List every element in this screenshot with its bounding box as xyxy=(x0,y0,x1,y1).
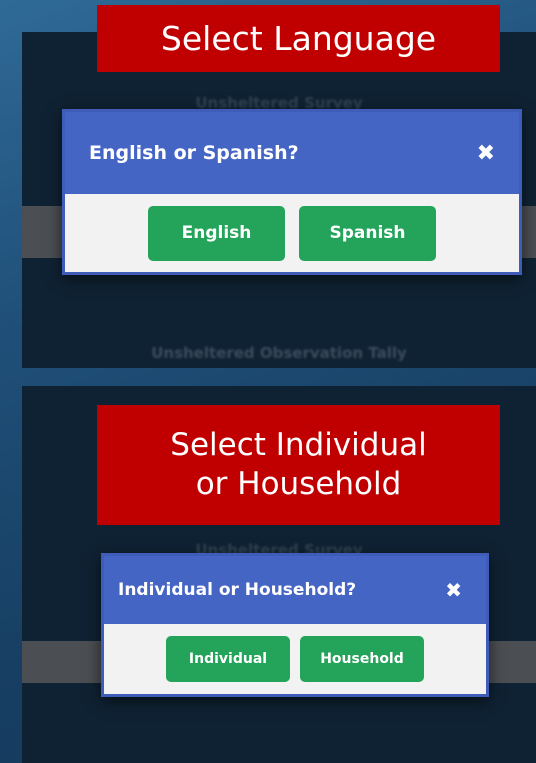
caption-line-2: or Household xyxy=(195,466,402,502)
household-modal: Individual or Household? ✖ Individual Ho… xyxy=(101,553,489,697)
tally-title-faded: Unsheltered Observation Tally xyxy=(151,344,407,362)
individual-button[interactable]: Individual xyxy=(166,636,290,682)
modal-header: Individual or Household? ✖ xyxy=(104,556,486,624)
caption-text: Select Language xyxy=(160,19,437,58)
modal-body: English Spanish xyxy=(65,194,519,272)
caption-select-language: Select Language xyxy=(97,5,500,72)
english-button[interactable]: English xyxy=(148,205,285,261)
spanish-button[interactable]: Spanish xyxy=(299,205,436,261)
language-modal: English or Spanish? ✖ English Spanish xyxy=(62,109,522,275)
close-icon[interactable]: ✖ xyxy=(445,578,462,602)
modal-header: English or Spanish? ✖ xyxy=(65,112,519,194)
close-icon[interactable]: ✖ xyxy=(477,141,495,166)
modal-title: Individual or Household? xyxy=(118,580,357,600)
caption-line-1: Select Individual xyxy=(170,427,427,463)
modal-body: Individual Household xyxy=(104,624,486,694)
caption-select-individual-household: Select Individual or Household xyxy=(97,405,500,525)
household-button[interactable]: Household xyxy=(300,636,424,682)
modal-title: English or Spanish? xyxy=(89,142,299,164)
